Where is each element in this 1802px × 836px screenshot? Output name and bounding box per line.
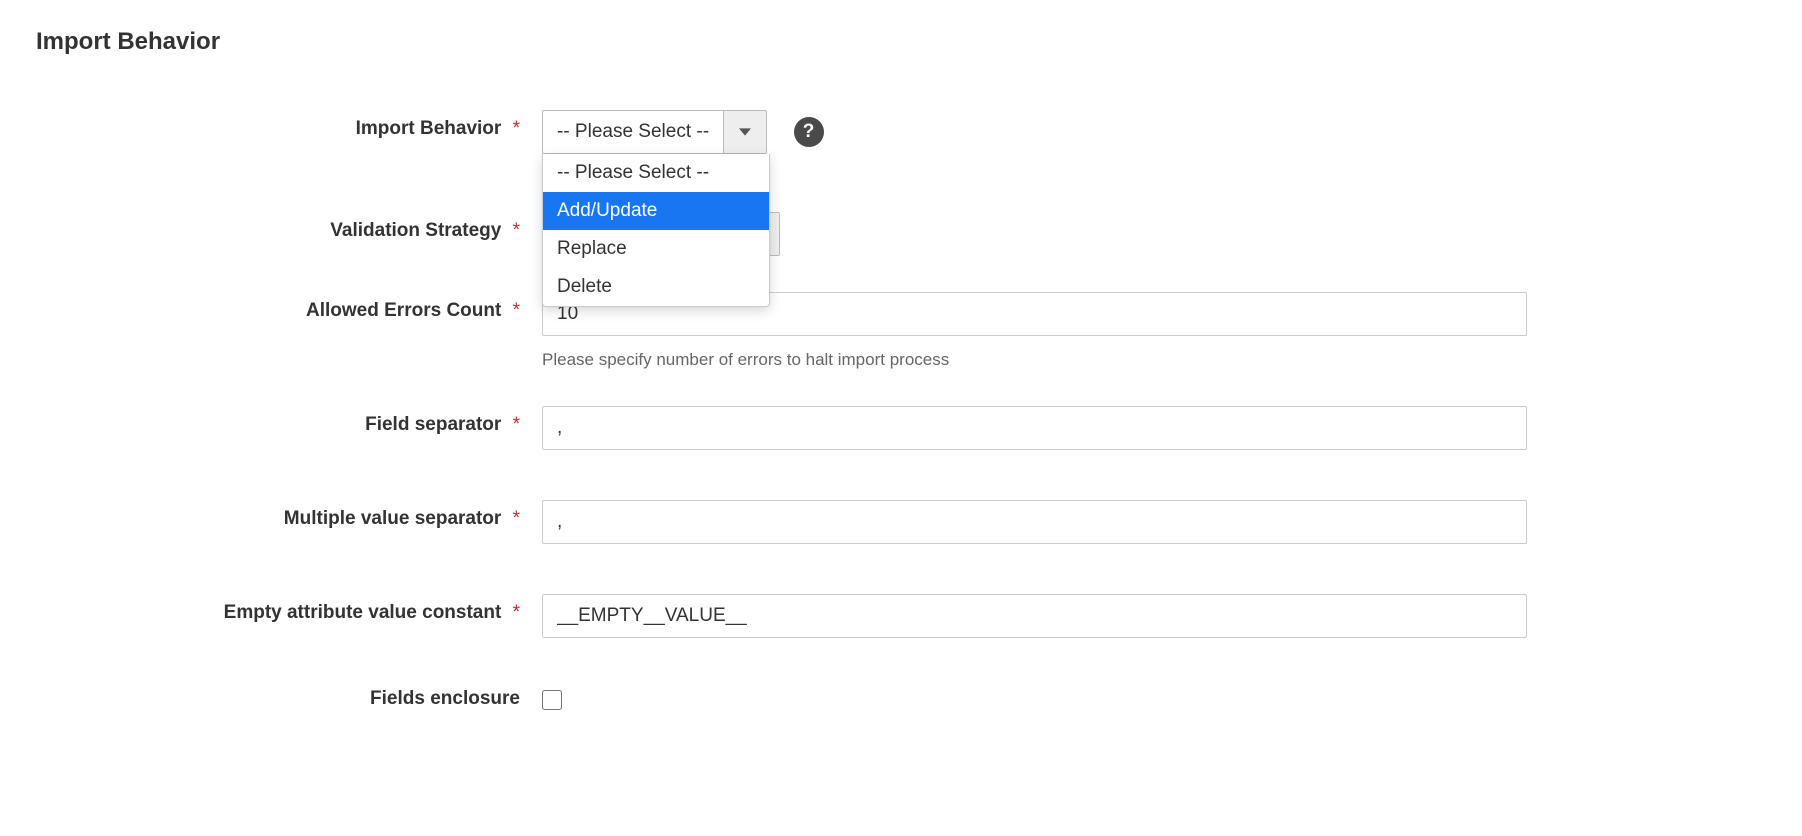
empty-value-input[interactable] — [542, 594, 1527, 638]
import-behavior-form: Import Behavior * -- Please Select -- --… — [0, 66, 1802, 715]
required-marker: * — [513, 118, 520, 139]
import-behavior-dropdown: -- Please Select -- Add/Update Replace D… — [542, 154, 770, 307]
dropdown-option-replace[interactable]: Replace — [543, 230, 769, 268]
label-text: Fields enclosure — [370, 688, 520, 709]
label-empty-value: Empty attribute value constant * — [0, 594, 530, 624]
field-field-separator — [530, 406, 1527, 450]
label-text: Allowed Errors Count — [306, 300, 501, 321]
field-validation-strategy — [530, 212, 542, 256]
multi-separator-input[interactable] — [542, 500, 1527, 544]
field-import-behavior: -- Please Select -- -- Please Select -- … — [530, 110, 824, 154]
allowed-errors-hint: Please specify number of errors to halt … — [542, 350, 1527, 370]
dropdown-option-add-update[interactable]: Add/Update — [543, 192, 769, 230]
required-marker: * — [513, 300, 520, 321]
row-validation-strategy: Validation Strategy * — [0, 212, 1802, 256]
required-marker: * — [513, 508, 520, 529]
label-text: Import Behavior — [356, 118, 502, 139]
label-text: Field separator — [365, 414, 501, 435]
field-separator-input[interactable] — [542, 406, 1527, 450]
label-field-separator: Field separator * — [0, 406, 530, 436]
label-import-behavior: Import Behavior * — [0, 110, 530, 140]
import-behavior-select[interactable]: -- Please Select -- -- Please Select -- … — [542, 110, 767, 154]
help-icon[interactable]: ? — [794, 117, 824, 147]
field-fields-enclosure — [530, 680, 562, 715]
label-text: Validation Strategy — [330, 220, 501, 241]
label-text: Empty attribute value constant — [224, 602, 502, 623]
row-field-separator: Field separator * — [0, 406, 1802, 450]
chevron-down-icon[interactable] — [723, 110, 767, 154]
required-marker: * — [513, 414, 520, 435]
section-title: Import Behavior — [0, 0, 1802, 66]
required-marker: * — [513, 220, 520, 241]
label-validation-strategy: Validation Strategy * — [0, 212, 530, 242]
row-empty-value: Empty attribute value constant * — [0, 594, 1802, 638]
row-import-behavior: Import Behavior * -- Please Select -- --… — [0, 110, 1802, 154]
label-allowed-errors: Allowed Errors Count * — [0, 292, 530, 322]
label-multi-separator: Multiple value separator * — [0, 500, 530, 530]
field-multi-separator — [530, 500, 1527, 544]
row-multi-separator: Multiple value separator * — [0, 500, 1802, 544]
fields-enclosure-checkbox[interactable] — [542, 690, 562, 710]
select-display[interactable]: -- Please Select -- — [542, 110, 723, 154]
label-text: Multiple value separator — [284, 508, 502, 529]
field-empty-value — [530, 594, 1527, 638]
dropdown-option-delete[interactable]: Delete — [543, 268, 769, 306]
row-allowed-errors: Allowed Errors Count * Please specify nu… — [0, 292, 1802, 370]
label-fields-enclosure: Fields enclosure — [0, 680, 530, 710]
required-marker: * — [513, 602, 520, 623]
dropdown-option-please-select[interactable]: -- Please Select -- — [543, 154, 769, 192]
row-fields-enclosure: Fields enclosure — [0, 680, 1802, 715]
